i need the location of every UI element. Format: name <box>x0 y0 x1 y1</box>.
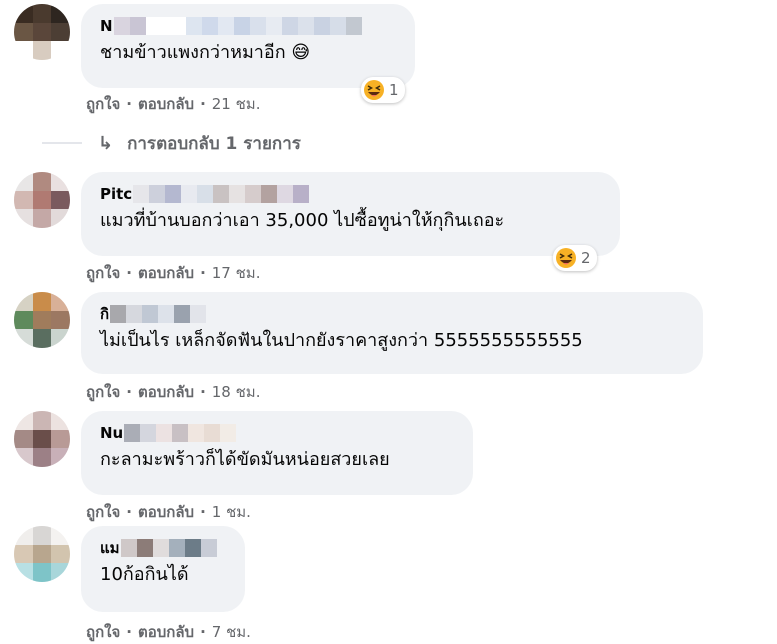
author-name: N <box>100 17 113 35</box>
separator-dot: · <box>200 623 206 641</box>
laughing-emoji-icon <box>556 248 576 268</box>
blurred-name <box>113 17 362 35</box>
thread-line <box>42 142 82 144</box>
reply-button[interactable]: ตอบกลับ <box>138 500 194 524</box>
comment-actions: ถูกใจ · ตอบกลับ · 18 ชม. <box>86 380 260 404</box>
reaction-count: 2 <box>581 249 591 267</box>
blurred-name <box>133 185 310 203</box>
author-name: Pitc <box>100 185 133 203</box>
reply-button[interactable]: ตอบกลับ <box>138 261 194 285</box>
blurred-name <box>120 539 217 557</box>
comment-actions: ถูกใจ · ตอบกลับ · 1 ชม. <box>86 500 251 524</box>
timestamp[interactable]: 21 ชม. <box>212 92 261 116</box>
reply-button[interactable]: ตอบกลับ <box>138 380 194 404</box>
comment-bubble: แม 10ก้อกินได้ <box>81 526 245 612</box>
blurred-name <box>124 424 237 442</box>
comment-text: ชามข้าวแพงกว่าหมาอีก 😅 <box>100 38 397 68</box>
comment-text-content: ชามข้าวแพงกว่าหมาอีก <box>100 42 286 63</box>
like-button[interactable]: ถูกใจ <box>86 380 120 404</box>
comment-text: ไม่เป็นไร เหล็กจัดฟันในปากยังราคาสูงกว่า… <box>100 330 583 351</box>
author-name: Nu <box>100 424 124 442</box>
comment-actions: ถูกใจ · ตอบกลับ · 7 ชม. <box>86 620 251 644</box>
author-name: แม <box>100 539 120 557</box>
laughing-emoji-icon <box>364 80 384 100</box>
comment-bubble: Pitc แมวที่บ้านบอกว่าเอา 35,000 ไปซื้อทู… <box>81 172 620 256</box>
avatar[interactable] <box>14 4 70 60</box>
separator-dot: · <box>200 264 206 282</box>
separator-dot: · <box>126 623 132 641</box>
timestamp[interactable]: 18 ชม. <box>212 380 261 404</box>
comment-author[interactable]: N <box>100 14 397 38</box>
avatar[interactable] <box>14 526 70 582</box>
comment-author[interactable]: Nu <box>100 421 455 445</box>
reaction-badge[interactable]: 1 <box>361 77 405 103</box>
like-button[interactable]: ถูกใจ <box>86 500 120 524</box>
comment-bubble: Nu กะลามะพร้าวก็ได้ขัดมันหน่อยสวยเลย <box>81 411 473 495</box>
reaction-count: 1 <box>389 81 399 99</box>
author-name: กิ <box>100 305 110 323</box>
comment-text: กะลามะพร้าวก็ได้ขัดมันหน่อยสวยเลย <box>100 449 390 470</box>
replies-label: การตอบกลับ 1 รายการ <box>127 134 301 154</box>
timestamp[interactable]: 17 ชม. <box>212 261 261 285</box>
comment-author[interactable]: กิ <box>100 302 685 326</box>
blurred-name <box>110 305 207 323</box>
avatar[interactable] <box>14 411 70 467</box>
comment-text: แมวที่บ้านบอกว่าเอา 35,000 ไปซื้อทูน่าให… <box>100 210 505 231</box>
avatar[interactable] <box>14 292 70 348</box>
comment-bubble: กิ ไม่เป็นไร เหล็กจัดฟันในปากยังราคาสูงก… <box>81 292 703 374</box>
separator-dot: · <box>200 95 206 113</box>
separator-dot: · <box>200 503 206 521</box>
grinning-sweat-emoji-icon: 😅 <box>291 42 311 63</box>
reply-arrow-icon: ↳ <box>98 133 114 154</box>
like-button[interactable]: ถูกใจ <box>86 261 120 285</box>
reply-button[interactable]: ตอบกลับ <box>138 620 194 644</box>
comment-author[interactable]: Pitc <box>100 182 602 206</box>
comment-actions: ถูกใจ · ตอบกลับ · 21 ชม. <box>86 92 260 116</box>
reaction-badge[interactable]: 2 <box>553 245 597 271</box>
avatar[interactable] <box>14 172 70 228</box>
timestamp[interactable]: 7 ชม. <box>212 620 251 644</box>
separator-dot: · <box>126 503 132 521</box>
comment-text: 10ก้อกินได้ <box>100 564 189 585</box>
like-button[interactable]: ถูกใจ <box>86 620 120 644</box>
separator-dot: · <box>200 383 206 401</box>
timestamp[interactable]: 1 ชม. <box>212 500 251 524</box>
view-replies-link[interactable]: ↳ การตอบกลับ 1 รายการ <box>98 130 301 157</box>
comment-author[interactable]: แม <box>100 536 227 560</box>
comment-actions: ถูกใจ · ตอบกลับ · 17 ชม. <box>86 261 260 285</box>
separator-dot: · <box>126 383 132 401</box>
separator-dot: · <box>126 264 132 282</box>
separator-dot: · <box>126 95 132 113</box>
like-button[interactable]: ถูกใจ <box>86 92 120 116</box>
reply-button[interactable]: ตอบกลับ <box>138 92 194 116</box>
comment-bubble: N ชามข้าวแพงกว่าหมาอีก 😅 <box>81 4 415 88</box>
